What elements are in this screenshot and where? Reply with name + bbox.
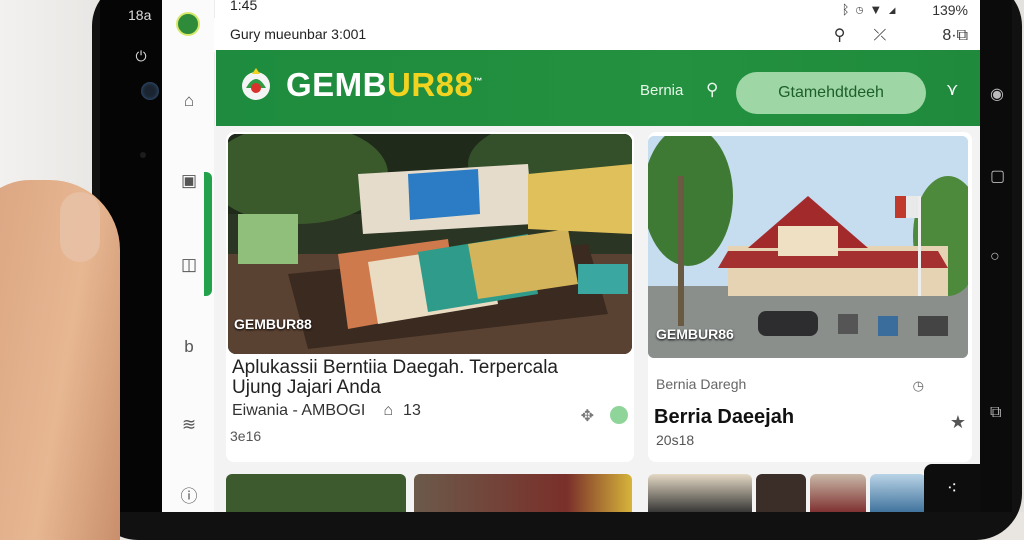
bookmark-star-icon[interactable]: ★: [950, 412, 966, 433]
media-icon[interactable]: ▣: [178, 170, 200, 192]
bezel-status-text: 18a: [128, 7, 152, 23]
recents-button[interactable]: ▢: [990, 166, 1005, 186]
news-tile-6[interactable]: [870, 474, 926, 512]
text-icon[interactable]: b: [178, 336, 200, 358]
battery-level: 139%: [932, 2, 968, 18]
brand-tm: ™: [473, 76, 483, 86]
front-camera: [141, 82, 159, 100]
brand-yellow-part: UR88: [387, 66, 474, 103]
home-icon[interactable]: ⌂: [178, 90, 200, 112]
phone-icon: ⏻: [135, 48, 147, 64]
main-card-title[interactable]: Aplukassii Berntiia Daegah. Terpercala U…: [232, 358, 612, 398]
nav-rail: ⌂ ▣ ◫ b ≋ ⓘ: [162, 0, 215, 512]
main-card-time: 3e16: [230, 428, 262, 444]
signal-icon: ◢: [888, 2, 902, 17]
main-card-actions: ✥: [581, 406, 628, 426]
share-icon[interactable]: ⌂: [383, 402, 393, 419]
home-button[interactable]: ○: [990, 248, 1000, 266]
bookmark-icon[interactable]: ◫: [178, 254, 200, 276]
page-title: Gury mueunbar 3:001: [230, 26, 367, 42]
main-card-source: Eiwania - AMBOGI: [232, 402, 366, 419]
news-tile-3[interactable]: [648, 474, 752, 512]
main-card-image-label: GEMBUR88: [234, 316, 312, 332]
main-card-likes: 13: [403, 402, 421, 419]
brand-white-part: GEMB: [286, 66, 387, 103]
side-card-title[interactable]: Berria Daeejah: [654, 406, 794, 429]
side-news-card[interactable]: GEMBUR86 Bernia Daregh ◷ Berria Daeejah …: [648, 132, 972, 462]
info-icon[interactable]: ⓘ: [178, 486, 200, 508]
browser-bar: Gury mueunbar 3:001 ⚲ ⤫ 8·⧉: [214, 18, 980, 52]
wifi-icon: ▼: [869, 2, 889, 17]
thumb-nail: [60, 192, 100, 262]
side-card-category[interactable]: Bernia Daregh: [656, 376, 746, 392]
browser-actions: ⚲ ⤫ 8·⧉: [806, 25, 968, 45]
content-area: GEMBUR88 Aplukassii Berntiia Daegah. Ter…: [214, 126, 980, 512]
status-dot-icon[interactable]: [610, 406, 628, 424]
share-fab-icon[interactable]: ⁖: [924, 464, 980, 512]
side-card-time: 20s18: [656, 432, 695, 448]
app-logo-icon[interactable]: [176, 12, 200, 36]
news-tile-1[interactable]: [226, 474, 406, 512]
layers-icon[interactable]: ≋: [178, 414, 200, 436]
news-tile-4[interactable]: [756, 474, 806, 512]
search-icon[interactable]: ⚲: [834, 27, 846, 44]
bluetooth-icon: ᛒ: [841, 2, 856, 17]
tabs-count: 8·: [942, 27, 957, 44]
header-search-icon[interactable]: ⚲: [706, 80, 718, 100]
side-card-image: [648, 136, 968, 358]
app-header: GEMBUR88™ Bernia ⚲ Gtamehdtdeeh ⋎: [216, 50, 980, 126]
multiwindow-button[interactable]: ⧉: [990, 404, 1001, 422]
news-tile-2[interactable]: [414, 474, 632, 512]
menu-icon[interactable]: ⋎: [946, 80, 958, 100]
puzzle-icon[interactable]: ✥: [581, 408, 594, 425]
status-icons: ᛒ◷▼◢: [842, 2, 902, 17]
brand-wordmark[interactable]: GEMBUR88™: [286, 66, 483, 104]
brand-logo-icon: [242, 68, 270, 100]
nav-active-indicator: [204, 172, 212, 296]
alarm-icon: ◷: [855, 2, 870, 17]
translate-icon[interactable]: ⤫: [874, 27, 887, 44]
camera-dot-icon: ◉: [990, 86, 1004, 103]
status-bar: 1:45 ᛒ◷▼◢ 139%: [214, 0, 980, 18]
nav-link-bernia[interactable]: Bernia: [640, 82, 683, 99]
tabs-icon[interactable]: 8·⧉: [914, 27, 968, 44]
main-news-card[interactable]: GEMBUR88 Aplukassii Berntiia Daegah. Ter…: [226, 132, 634, 462]
side-card-image-label: GEMBUR86: [656, 326, 734, 342]
phone-screen: ⌂ ▣ ◫ b ≋ ⓘ 1:45 ᛒ◷▼◢ 139% Gury mueunbar…: [162, 0, 980, 512]
status-time: 1:45: [230, 0, 258, 13]
main-card-meta: Eiwania - AMBOGI ⌂ 13: [232, 402, 421, 420]
clock-icon: ◷: [912, 378, 924, 393]
news-tile-5[interactable]: [810, 474, 866, 512]
sensor: [140, 152, 146, 158]
cta-button[interactable]: Gtamehdtdeeh: [736, 72, 926, 114]
